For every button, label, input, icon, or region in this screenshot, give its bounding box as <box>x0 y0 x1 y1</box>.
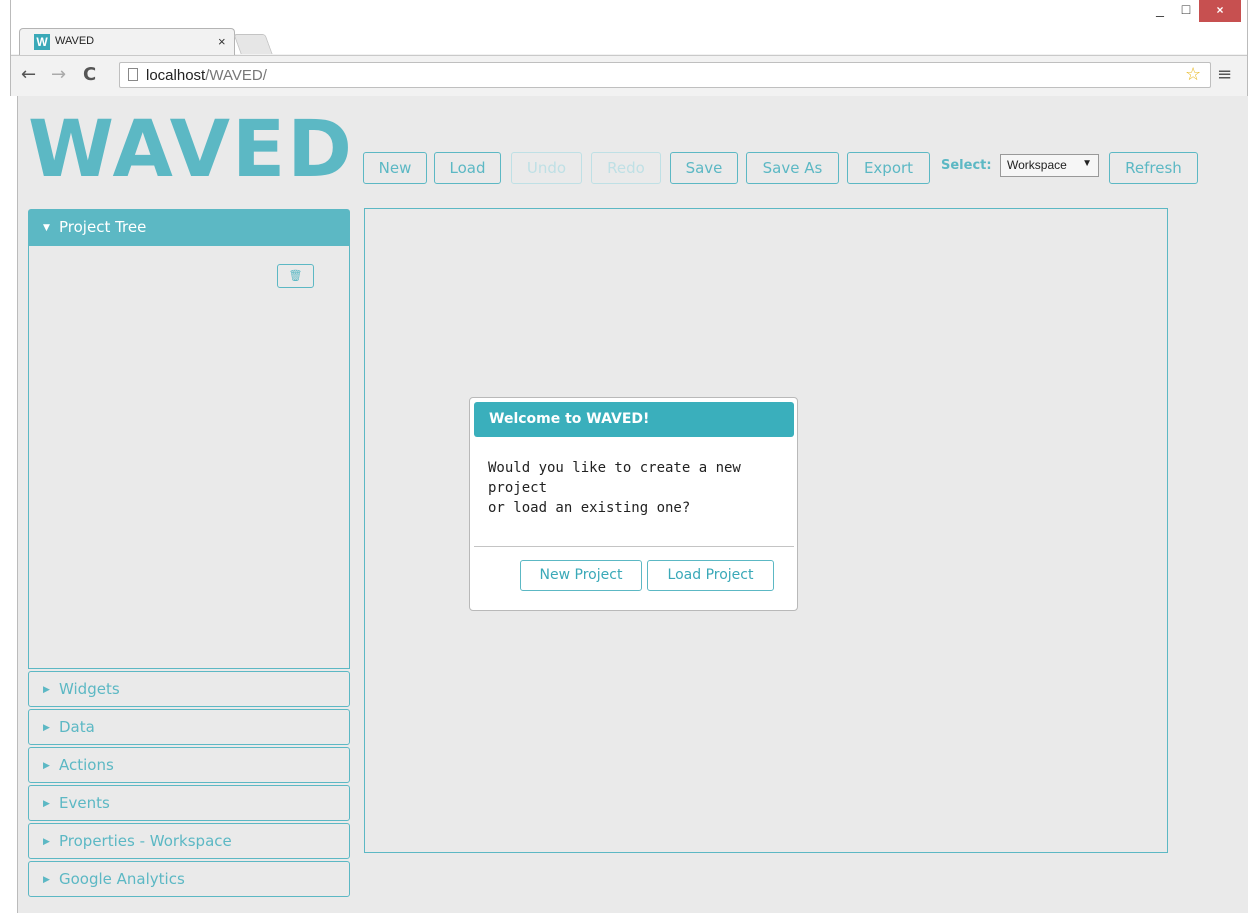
save-button[interactable]: Save <box>670 152 738 184</box>
section-label: Actions <box>59 756 114 774</box>
browser-toolbar: ← → C localhost/WAVED/ ☆ ≡ <box>11 55 1247 91</box>
dropdown-arrow-icon: ▼ <box>1082 158 1092 169</box>
dialog-message: Would you like to create a new project o… <box>488 458 788 518</box>
app-page: WAVED New Load Undo Redo Save Save As Ex… <box>17 96 1248 913</box>
section-label: Google Analytics <box>59 870 185 888</box>
caret-right-icon: ▶ <box>43 761 50 771</box>
section-label: Properties - Workspace <box>59 832 232 850</box>
dialog-title: Welcome to WAVED! <box>474 402 794 437</box>
sidebar-section-google-analytics[interactable]: ▶ Google Analytics <box>28 861 350 897</box>
new-button[interactable]: New <box>363 152 427 184</box>
url-text: localhost/WAVED/ <box>146 67 267 84</box>
maximize-icon[interactable]: □ <box>1173 0 1199 20</box>
caret-right-icon: ▶ <box>43 875 50 885</box>
welcome-dialog: Welcome to WAVED! Would you like to crea… <box>469 397 798 611</box>
section-label: Widgets <box>59 680 120 698</box>
waved-logo: WAVED <box>28 105 354 195</box>
dialog-message-line: or load an existing one? <box>488 500 691 516</box>
export-button[interactable]: Export <box>847 152 930 184</box>
sidebar-section-data[interactable]: ▶ Data <box>28 709 350 745</box>
address-bar[interactable]: localhost/WAVED/ <box>119 62 1211 88</box>
browser-menu-icon[interactable]: ≡ <box>1217 64 1232 85</box>
url-path: /WAVED/ <box>205 67 267 84</box>
delete-button[interactable]: 🗑 <box>277 264 314 288</box>
project-tree-panel: 🗑 <box>28 246 350 669</box>
sidebar-section-events[interactable]: ▶ Events <box>28 785 350 821</box>
dialog-divider <box>474 546 794 547</box>
caret-right-icon: ▶ <box>43 837 50 847</box>
tab-title: WAVED <box>55 35 95 47</box>
load-project-button[interactable]: Load Project <box>647 560 774 591</box>
redo-button[interactable]: Redo <box>591 152 661 184</box>
tab-close-icon[interactable]: × <box>218 34 226 49</box>
save-as-button[interactable]: Save As <box>746 152 839 184</box>
select-label: Select: <box>941 158 992 173</box>
caret-down-icon: ▼ <box>43 223 50 233</box>
caret-right-icon: ▶ <box>43 723 50 733</box>
load-button[interactable]: Load <box>434 152 501 184</box>
browser-tab[interactable]: W WAVED × <box>19 28 235 55</box>
sidebar: ▼ Project Tree 🗑 ▶ Widgets ▶ Data ▶ Actions … <box>28 209 350 897</box>
refresh-button[interactable]: Refresh <box>1109 152 1198 184</box>
window-controls: _ □ × <box>1147 0 1241 26</box>
bookmark-star-icon[interactable]: ☆ <box>1185 64 1201 85</box>
browser-window: W WAVED × _ □ × ← → C localhost/WAVED/ ☆… <box>10 0 1248 96</box>
forward-arrow-icon[interactable]: → <box>51 64 66 85</box>
url-host: localhost <box>146 67 206 84</box>
back-arrow-icon[interactable]: ← <box>21 64 36 85</box>
caret-right-icon: ▶ <box>43 799 50 809</box>
project-tree-header[interactable]: ▼ Project Tree <box>28 209 350 246</box>
new-tab-button[interactable] <box>233 34 273 54</box>
dialog-message-line: Would you like to create a new project <box>488 460 741 496</box>
minimize-icon[interactable]: _ <box>1147 0 1173 20</box>
reload-icon[interactable]: C <box>83 64 96 85</box>
sidebar-section-actions[interactable]: ▶ Actions <box>28 747 350 783</box>
tab-strip: W WAVED × _ □ × <box>11 0 1247 55</box>
new-project-button[interactable]: New Project <box>520 560 642 591</box>
trash-icon: 🗑 <box>288 269 303 282</box>
project-tree-label: Project Tree <box>59 218 147 236</box>
sidebar-section-widgets[interactable]: ▶ Widgets <box>28 671 350 707</box>
select-value: Workspace <box>1007 158 1067 172</box>
section-label: Data <box>59 718 95 736</box>
section-label: Events <box>59 794 110 812</box>
window-close-icon[interactable]: × <box>1199 0 1241 22</box>
sidebar-section-properties[interactable]: ▶ Properties - Workspace <box>28 823 350 859</box>
caret-right-icon: ▶ <box>43 685 50 695</box>
workspace-select[interactable]: Workspace ▼ <box>1000 154 1099 177</box>
favicon-icon: W <box>34 34 50 50</box>
page-icon <box>128 68 138 81</box>
undo-button[interactable]: Undo <box>511 152 582 184</box>
